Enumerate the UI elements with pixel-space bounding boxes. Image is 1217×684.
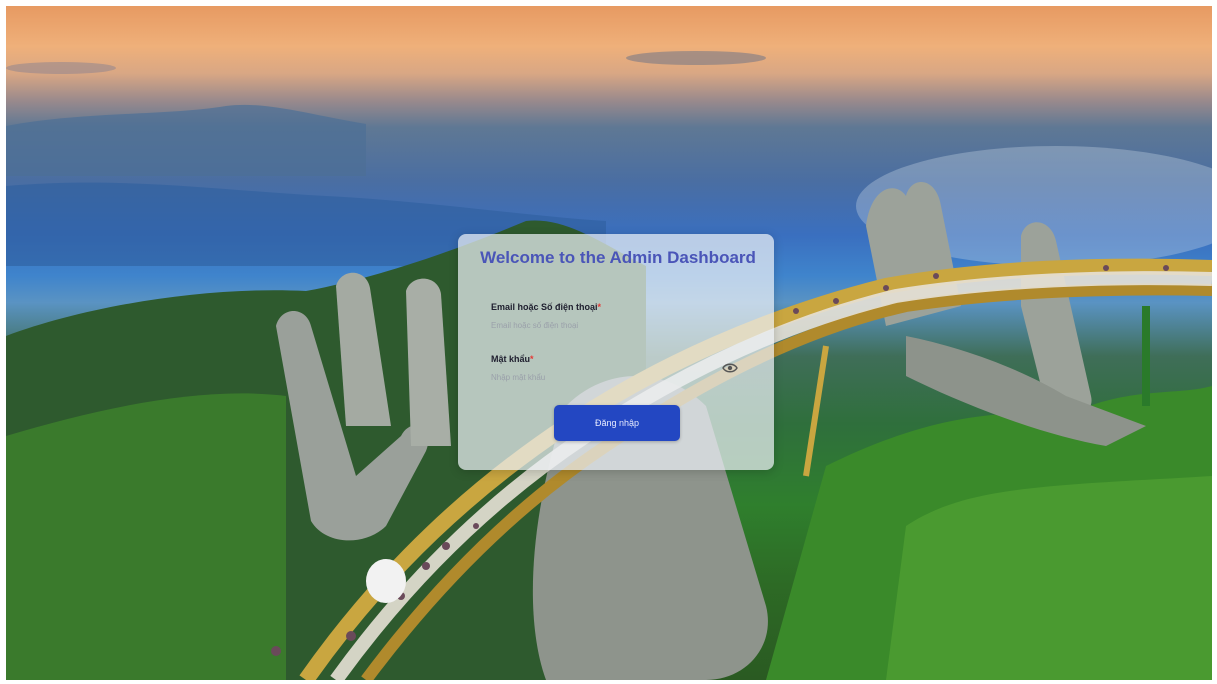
email-label: Email hoặc Số điện thoại* (491, 302, 601, 312)
eye-icon[interactable] (722, 362, 738, 374)
background-photo: Welcome to the Admin Dashboard Email hoặ… (6, 6, 1212, 680)
required-mark: * (530, 354, 534, 364)
login-card: Welcome to the Admin Dashboard Email hoặ… (458, 234, 774, 470)
email-label-text: Email hoặc Số điện thoại (491, 302, 598, 312)
required-mark: * (597, 302, 602, 312)
email-input[interactable] (488, 316, 750, 334)
password-input[interactable] (488, 368, 750, 386)
page-title: Welcome to the Admin Dashboard (480, 248, 756, 267)
password-label-text: Mật khẩu (491, 354, 531, 364)
login-button[interactable]: Đăng nhập (554, 405, 680, 441)
password-label: Mật khẩu* (491, 354, 534, 364)
